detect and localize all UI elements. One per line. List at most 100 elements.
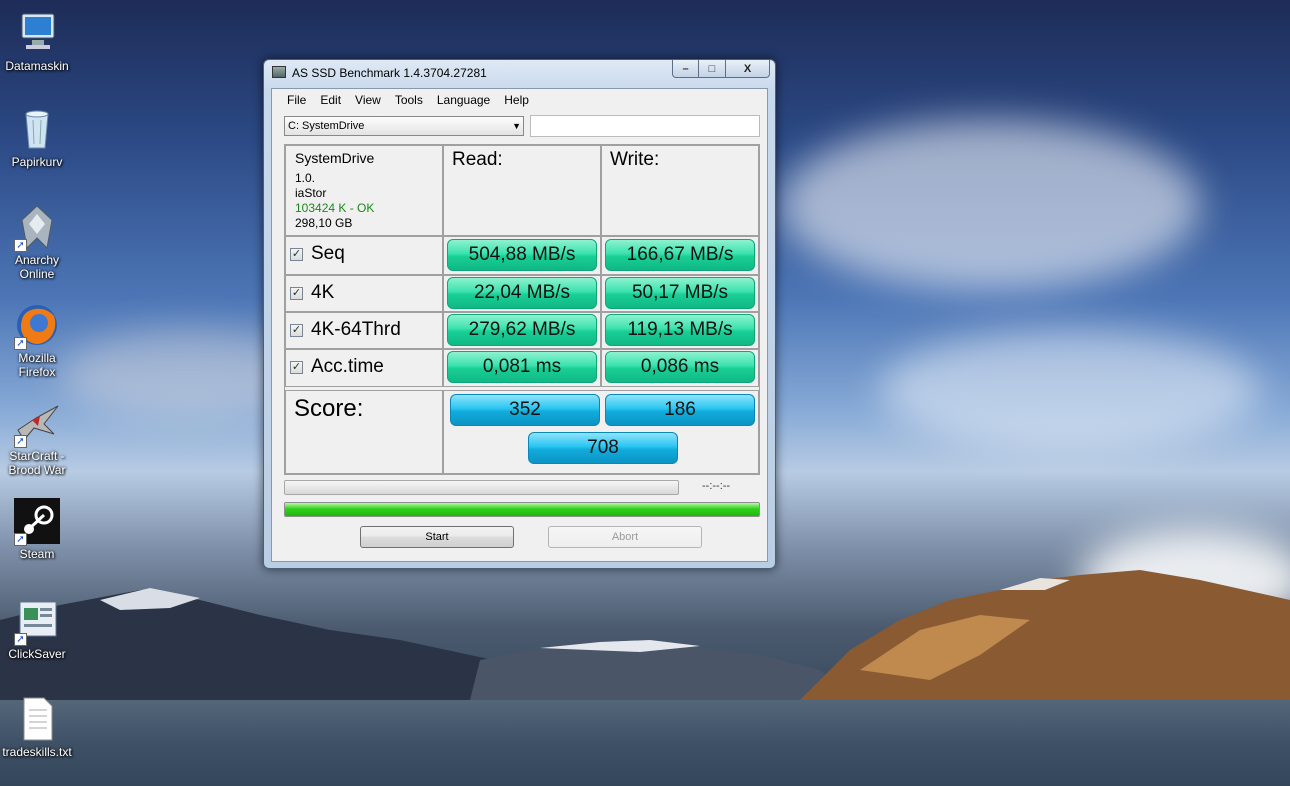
desktop-icon-steam[interactable]: ➚ Steam: [2, 498, 72, 561]
chevron-down-icon: ▼: [512, 121, 521, 131]
4k-read-cell: 22,04 MB/s: [443, 275, 601, 312]
write-score: 186: [605, 394, 755, 426]
abort-button[interactable]: Abort: [548, 526, 702, 548]
4k-64thrd-write-result: 119,13 MB/s: [605, 314, 755, 346]
lake: [0, 700, 1290, 786]
desktop-icon-label: ClickSaver: [8, 647, 66, 661]
window-title: AS SSD Benchmark 1.4.3704.27281: [292, 66, 487, 80]
row-4k: ✓ 4K: [285, 275, 443, 312]
shortcut-arrow-icon: ➚: [14, 337, 27, 350]
window-client: File Edit View Tools Language Help C: Sy…: [271, 88, 768, 562]
shortcut-arrow-icon: ➚: [14, 435, 27, 448]
close-button[interactable]: X: [726, 60, 770, 78]
results-grid: SystemDrive 1.0. iaStor 103424 K - OK 29…: [284, 144, 760, 475]
read-header: Read:: [452, 149, 503, 170]
anarchy-online-icon: ➚: [14, 204, 60, 252]
score-cell: 352 186 708: [443, 390, 759, 474]
4k-write-cell: 50,17 MB/s: [601, 275, 759, 312]
desktop-icon-firefox[interactable]: ➚ Mozilla Firefox: [2, 302, 72, 379]
menu-help[interactable]: Help: [497, 89, 536, 111]
acc-time-write-cell: 0,086 ms: [601, 349, 759, 387]
write-header-cell: Write:: [601, 145, 759, 236]
desktop-icon-clicksaver[interactable]: ➚ ClickSaver: [2, 598, 72, 661]
starcraft-icon: ➚: [14, 400, 60, 448]
elapsed-time: --:--:--: [702, 480, 731, 492]
write-header: Write:: [610, 149, 660, 170]
score-label-cell: Score:: [285, 390, 443, 474]
desktop-icon-computer[interactable]: Datamaskin: [2, 10, 72, 73]
maximize-button[interactable]: □: [699, 60, 726, 78]
desktop-icon-label: StarCraft - Brood War: [8, 449, 66, 477]
row-label-seq: Seq: [311, 243, 345, 264]
4k-read-result: 22,04 MB/s: [447, 277, 597, 309]
firefox-icon: ➚: [14, 302, 60, 350]
seq-read-cell: 504,88 MB/s: [443, 236, 601, 275]
desktop-icon-label: Mozilla Firefox: [18, 351, 56, 379]
desktop-icon-text-file[interactable]: tradeskills.txt: [2, 696, 72, 759]
read-header-cell: Read:: [443, 145, 601, 236]
acc-time-write-result: 0,086 ms: [605, 351, 755, 383]
acc-time-read-result: 0,081 ms: [447, 351, 597, 383]
total-progress-bar: [284, 502, 760, 517]
menu-tools[interactable]: Tools: [388, 89, 430, 111]
desktop-icon-anarchy-online[interactable]: ➚ Anarchy Online: [2, 204, 72, 281]
clicksaver-icon: ➚: [14, 598, 60, 646]
desktop-icon-label: Steam: [19, 547, 55, 561]
drive-driver: iaStor: [295, 186, 327, 200]
row-acc-time: ✓ Acc.time: [285, 349, 443, 387]
computer-icon: [14, 10, 60, 56]
desktop-icon-label: Papirkurv: [11, 155, 63, 169]
desktop-icon-label: tradeskills.txt: [2, 745, 72, 759]
desktop-icon-label: Anarchy Online: [14, 253, 60, 281]
row-4k-64thrd: ✓ 4K-64Thrd: [285, 312, 443, 349]
4k-checkbox[interactable]: ✓: [290, 286, 303, 300]
score-label: Score:: [294, 395, 364, 422]
row-label-4k: 4K: [311, 282, 335, 303]
shortcut-arrow-icon: ➚: [14, 533, 27, 546]
acc-time-read-cell: 0,081 ms: [443, 349, 601, 387]
desktop-icon-recycle-bin[interactable]: Papirkurv: [2, 106, 72, 169]
shortcut-arrow-icon: ➚: [14, 633, 27, 646]
desktop-icon-label: Datamaskin: [5, 59, 69, 73]
menu-file[interactable]: File: [280, 89, 313, 111]
total-progress-fill: [285, 503, 759, 516]
seq-write-result: 166,67 MB/s: [605, 239, 755, 271]
menu-language[interactable]: Language: [430, 89, 497, 111]
menu-view[interactable]: View: [348, 89, 388, 111]
acc-time-checkbox[interactable]: ✓: [290, 360, 303, 374]
text-file-icon: [14, 696, 60, 742]
row-label-4k-64thrd: 4K-64Thrd: [311, 319, 401, 340]
row-label-acc-time: Acc.time: [311, 356, 384, 377]
start-button[interactable]: Start: [360, 526, 514, 548]
row-seq: ✓ Seq: [285, 236, 443, 275]
as-ssd-window: AS SSD Benchmark 1.4.3704.27281 – □ X Fi…: [263, 59, 776, 569]
4k-64thrd-read-cell: 279,62 MB/s: [443, 312, 601, 349]
app-icon: [272, 66, 286, 78]
drive-select[interactable]: C: SystemDrive ▼: [284, 116, 524, 136]
seq-read-result: 504,88 MB/s: [447, 239, 597, 271]
desktop-icon-starcraft[interactable]: ➚ StarCraft - Brood War: [2, 400, 72, 477]
4k-write-result: 50,17 MB/s: [605, 277, 755, 309]
drive-firmware: 1.0.: [295, 171, 316, 185]
shortcut-arrow-icon: ➚: [14, 239, 27, 252]
caption-buttons: – □ X: [672, 60, 770, 78]
cloud: [780, 120, 1200, 290]
minimize-button[interactable]: –: [672, 60, 699, 78]
mountains: [0, 570, 1290, 715]
menu-bar: File Edit View Tools Language Help: [272, 89, 767, 111]
drive-alignment: 103424 K - OK: [295, 201, 375, 215]
drive-name: SystemDrive: [295, 150, 375, 166]
4k-64thrd-write-cell: 119,13 MB/s: [601, 312, 759, 349]
drive-info-panel: SystemDrive 1.0. iaStor 103424 K - OK 29…: [285, 145, 443, 236]
title-bar[interactable]: AS SSD Benchmark 1.4.3704.27281 – □ X: [264, 60, 775, 86]
menu-edit[interactable]: Edit: [313, 89, 348, 111]
recycle-bin-icon: [14, 106, 60, 152]
4k-64thrd-read-result: 279,62 MB/s: [447, 314, 597, 346]
test-progress-bar: [284, 480, 679, 495]
4k-64thrd-checkbox[interactable]: ✓: [290, 323, 303, 337]
drive-size: 298,10 GB: [295, 216, 353, 230]
seq-checkbox[interactable]: ✓: [290, 247, 303, 261]
read-score: 352: [450, 394, 600, 426]
steam-icon: ➚: [14, 498, 60, 546]
cloud: [880, 330, 1260, 450]
